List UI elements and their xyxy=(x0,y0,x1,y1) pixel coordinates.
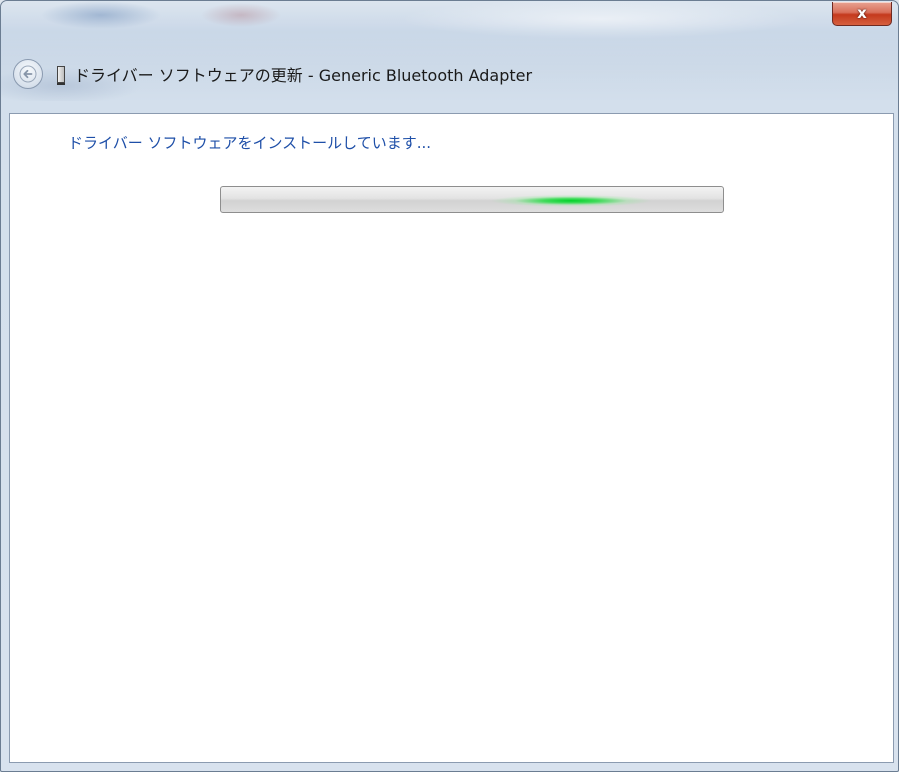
close-icon: x xyxy=(857,4,867,22)
close-button[interactable]: x xyxy=(832,2,892,26)
dialog-header: ドライバー ソフトウェアの更新 - Generic Bluetooth Adap… xyxy=(13,57,532,91)
progress-marquee-glow xyxy=(486,187,656,212)
back-button[interactable] xyxy=(13,59,43,89)
dialog-title: ドライバー ソフトウェアの更新 - Generic Bluetooth Adap… xyxy=(74,66,533,85)
install-status-text: ドライバー ソフトウェアをインストールしています... xyxy=(68,134,432,152)
device-icon xyxy=(57,65,65,85)
back-arrow-icon xyxy=(19,65,37,83)
install-progress-bar xyxy=(220,186,724,213)
dialog-window: x ドライバー ソフトウェアの更新 - Generic Bluetooth Ad… xyxy=(0,0,899,772)
content-panel: ドライバー ソフトウェアをインストールしています... xyxy=(9,113,894,763)
